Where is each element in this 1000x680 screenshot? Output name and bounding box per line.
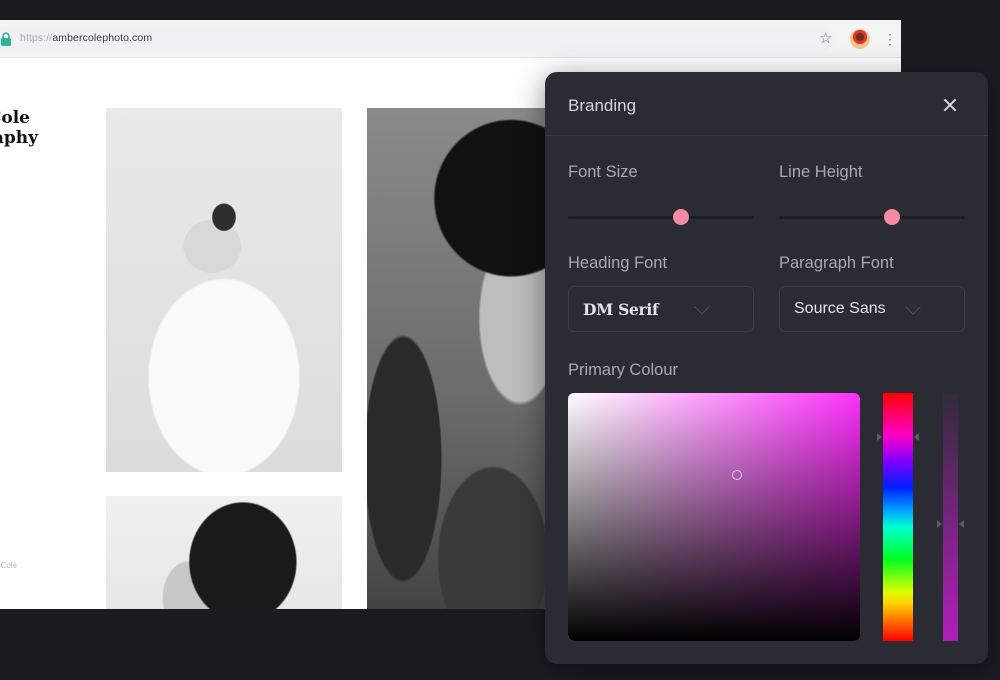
chevron-down-icon: [905, 299, 921, 315]
site-logo[interactable]: Cole aphy: [0, 108, 38, 148]
photo-man-portrait[interactable]: [367, 108, 547, 609]
heading-font-value: DM Serif: [583, 300, 659, 319]
photo-woman-arms-raised[interactable]: [106, 108, 342, 472]
font-size-label: Font Size: [568, 163, 638, 181]
paragraph-font-value: Source Sans: [794, 300, 886, 317]
panel-title: Branding: [568, 96, 637, 115]
url-text[interactable]: https://ambercolephoto.com: [20, 32, 152, 44]
star-icon[interactable]: ☆: [819, 30, 832, 48]
url-host: ambercolephoto.com: [52, 32, 153, 44]
url-scheme: https://: [20, 32, 53, 44]
opacity-marker-right[interactable]: [959, 520, 964, 529]
saturation-brightness-picker[interactable]: [568, 393, 860, 641]
site-logo-line1: Cole: [0, 108, 30, 128]
font-size-slider[interactable]: [568, 207, 754, 227]
lock-icon: [1, 32, 11, 46]
site-footer-name: mber Cole: [0, 561, 17, 570]
line-height-label: Line Height: [779, 163, 863, 181]
paragraph-font-select[interactable]: Source Sans: [779, 286, 965, 332]
black-gradient: [568, 393, 860, 641]
hue-marker-right[interactable]: [914, 433, 919, 442]
opacity-slider[interactable]: [943, 393, 958, 641]
panel-header: Branding: [545, 72, 988, 136]
line-height-slider[interactable]: [779, 207, 965, 227]
slider-thumb[interactable]: [884, 209, 901, 225]
photo-man-curly-hair[interactable]: [106, 496, 342, 609]
browser-toolbar: https://ambercolephoto.com ☆ ⋮: [0, 20, 901, 58]
primary-colour-label: Primary Colour: [568, 361, 679, 379]
opacity-marker-left[interactable]: [937, 520, 942, 529]
avatar[interactable]: [850, 29, 870, 49]
paragraph-font-label: Paragraph Font: [779, 254, 894, 272]
chevron-down-icon: [694, 299, 710, 315]
more-menu-icon[interactable]: ⋮: [883, 30, 897, 48]
slider-track: [779, 216, 965, 219]
site-logo-line2: aphy: [0, 128, 38, 148]
heading-font-label: Heading Font: [568, 254, 668, 272]
branding-panel: Branding Font Size Line Height Heading F…: [545, 72, 988, 664]
slider-track: [568, 216, 754, 219]
hue-slider[interactable]: [883, 393, 913, 641]
close-icon[interactable]: [941, 96, 959, 114]
heading-font-select[interactable]: DM Serif: [568, 286, 754, 332]
hue-marker-left[interactable]: [877, 433, 882, 442]
slider-thumb[interactable]: [673, 209, 690, 225]
